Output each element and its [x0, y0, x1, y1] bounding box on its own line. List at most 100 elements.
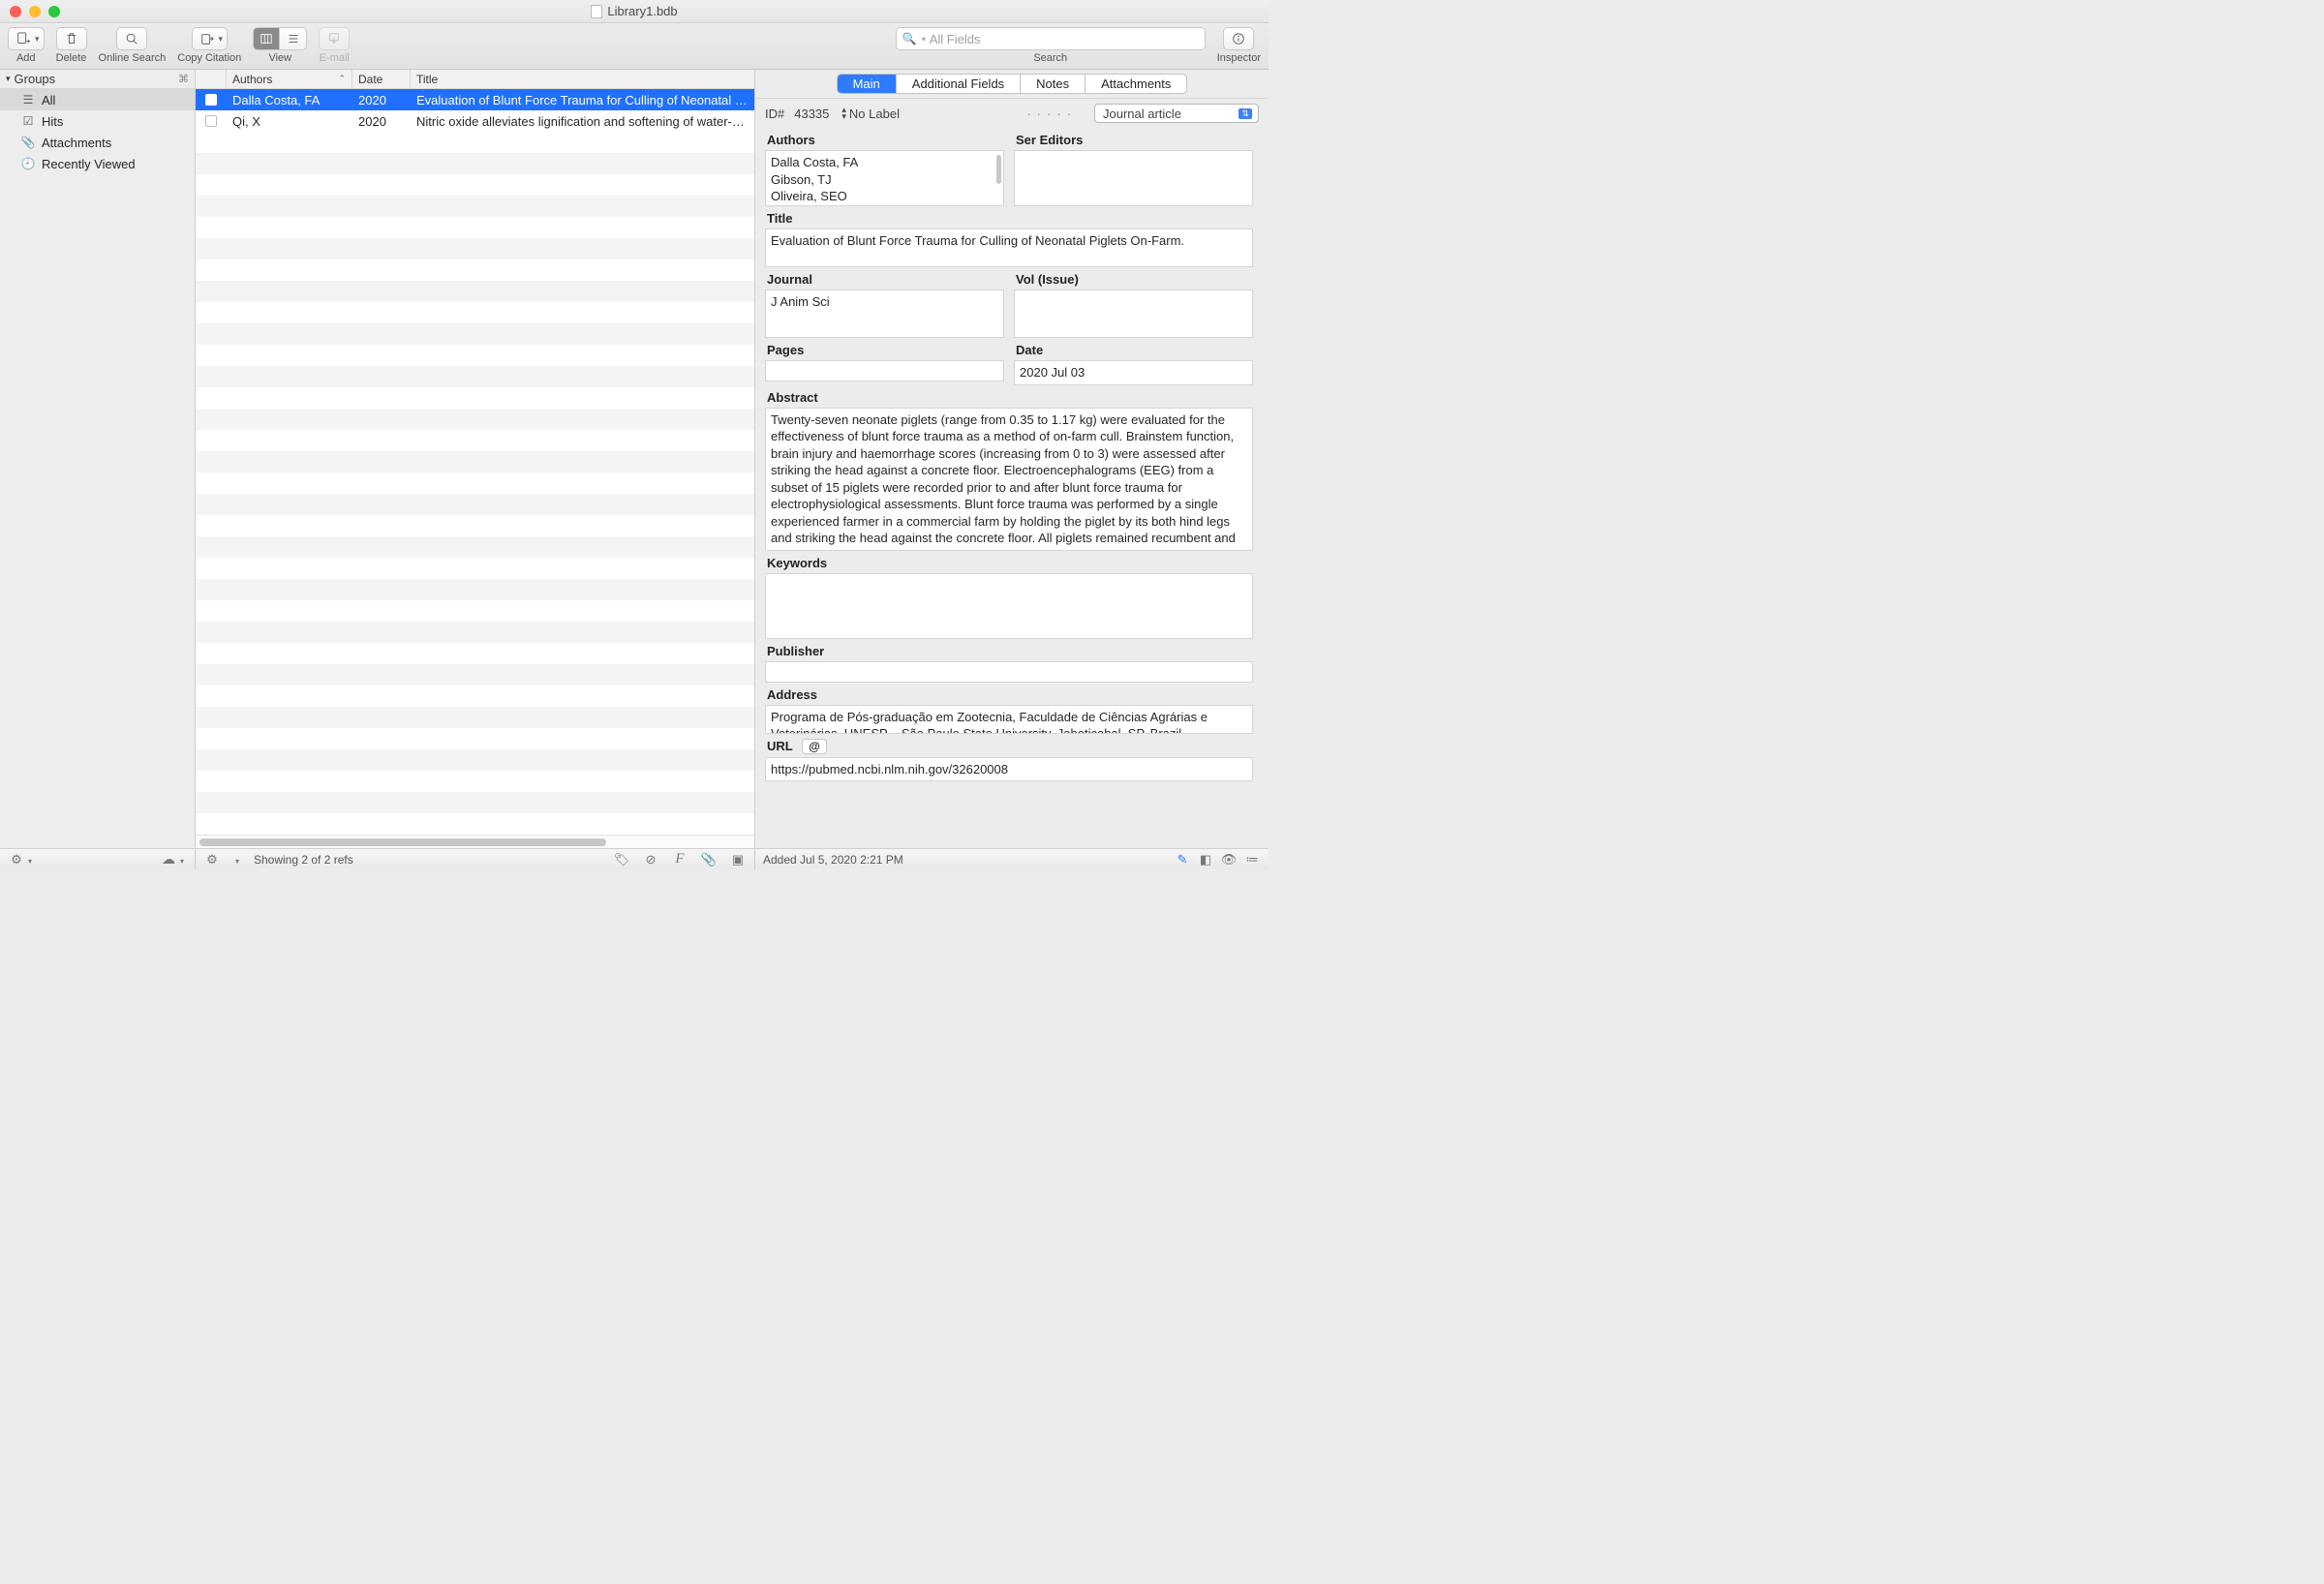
rating-dots[interactable]: ····· [1026, 107, 1077, 121]
cell-date: 2020 [352, 114, 411, 129]
chevron-down-icon [177, 852, 187, 867]
play-icon[interactable]: ▣ [729, 852, 747, 868]
search-field[interactable]: 🔍 ▾ All Fields [896, 27, 1206, 50]
empty-rows [196, 132, 754, 835]
inspector-button[interactable] [1223, 27, 1254, 50]
paperclip-icon[interactable]: 📎 [700, 852, 718, 868]
search-placeholder: All Fields [930, 32, 981, 46]
tab-notes[interactable]: Notes [1021, 75, 1086, 93]
sidebar-item-label: Hits [42, 114, 63, 129]
delete-label: Delete [56, 52, 87, 64]
gear-icon[interactable] [203, 852, 221, 868]
row-checkbox[interactable] [205, 115, 217, 127]
tab-attachments[interactable]: Attachments [1086, 75, 1186, 93]
scrollbar-thumb[interactable] [996, 155, 1001, 184]
gear-icon[interactable] [8, 852, 25, 868]
column-authors-label: Authors [232, 73, 272, 86]
abstract-label: Abstract [765, 385, 1253, 408]
url-field[interactable]: https://pubmed.ncbi.nlm.nih.gov/32620008 [765, 757, 1253, 782]
table-row[interactable]: Dalla Costa, FA 2020 Evaluation of Blunt… [196, 89, 754, 110]
copy-citation-label: Copy Citation [177, 52, 241, 64]
row-checkbox[interactable] [205, 94, 217, 106]
date-label: Date [1014, 338, 1253, 360]
vol-label: Vol (Issue) [1014, 267, 1253, 289]
add-button[interactable]: ▾ [8, 27, 45, 50]
panel-icon[interactable]: ◧ [1197, 852, 1214, 868]
label-selector[interactable]: ▴▾ No Label [839, 107, 900, 121]
format-icon[interactable]: F [671, 851, 688, 868]
pages-label: Pages [765, 338, 1004, 360]
chevron-down-icon [25, 852, 35, 867]
type-value: Journal article [1103, 107, 1181, 121]
pages-field[interactable] [765, 360, 1004, 381]
copy-citation-button[interactable]: ▾ [192, 27, 229, 50]
list-toggle-icon[interactable]: ≔ [1243, 852, 1261, 868]
add-label: Add [16, 52, 36, 64]
tab-main[interactable]: Main [838, 75, 897, 93]
chevron-down-icon: ▾ [35, 34, 40, 45]
sidebar-item-recent[interactable]: 🕘 Recently Viewed [0, 153, 195, 174]
table-row[interactable]: Qi, X 2020 Nitric oxide alleviates ligni… [196, 110, 754, 132]
journal-label: Journal [765, 267, 1004, 289]
online-search-label: Online Search [99, 52, 167, 64]
horizontal-scrollbar[interactable] [196, 835, 754, 848]
command-icon: ⌘ [178, 73, 189, 85]
edit-icon[interactable]: ✎ [1174, 852, 1191, 868]
compass-icon[interactable]: ⊘ [642, 852, 659, 868]
inspector-label: Inspector [1217, 52, 1261, 64]
stepper-icon: ▴▾ [841, 107, 846, 120]
info-icon [1232, 32, 1245, 46]
sidebar-header-label: Groups [15, 72, 56, 86]
column-checkbox[interactable] [196, 70, 227, 88]
sidebar-item-all[interactable]: ☰ All [0, 89, 195, 110]
sidebar-header[interactable]: ▾ Groups ⌘ [0, 70, 195, 89]
url-label: URL @ [765, 734, 1253, 757]
view-detail-button[interactable] [280, 27, 307, 50]
chevron-down-icon [232, 852, 242, 867]
address-field[interactable]: Programa de Pós-graduação em Zootecnia, … [765, 705, 1253, 734]
delete-button[interactable] [56, 27, 87, 50]
sort-asc-icon: ⌃ [338, 74, 346, 84]
check-icon: ☑ [21, 114, 35, 128]
authors-field[interactable]: Dalla Costa, FA Gibson, TJ Oliveira, SEO… [765, 150, 1004, 206]
search-icon: 🔍 [902, 32, 917, 46]
disclosure-triangle-icon: ▾ [6, 74, 11, 84]
trash-icon [65, 32, 78, 46]
sidebar-item-attachments[interactable]: 📎 Attachments [0, 132, 195, 153]
inspector-panel: Main Additional Fields Notes Attachments… [755, 70, 1269, 848]
abstract-field[interactable]: Twenty-seven neonate piglets (range from… [765, 408, 1253, 551]
journal-field[interactable]: J Anim Sci [765, 289, 1004, 338]
view-list-button[interactable] [253, 27, 280, 50]
url-at-button[interactable]: @ [802, 739, 827, 754]
column-title[interactable]: Title [411, 70, 754, 88]
view-toggle[interactable] [253, 27, 307, 50]
cell-title: Nitric oxide alleviates lignification an… [411, 114, 754, 129]
online-search-button[interactable] [116, 27, 147, 50]
chevron-down-icon: ▾ [219, 34, 224, 45]
ser-editors-field[interactable] [1014, 150, 1253, 206]
cell-title: Evaluation of Blunt Force Trauma for Cul… [411, 93, 754, 107]
cloud-icon[interactable]: ☁︎ [160, 851, 177, 868]
column-date[interactable]: Date [352, 70, 411, 88]
type-select[interactable]: Journal article ⇅ [1094, 104, 1259, 123]
sidebar-item-hits[interactable]: ☑ Hits [0, 110, 195, 132]
tab-additional-fields[interactable]: Additional Fields [897, 75, 1021, 93]
vol-field[interactable] [1014, 289, 1253, 338]
search-icon [125, 32, 138, 46]
eye-icon[interactable]: 👁 [1220, 852, 1238, 868]
cell-date: 2020 [352, 93, 411, 107]
tag-icon[interactable]: 🏷 [613, 852, 630, 868]
publisher-field[interactable] [765, 661, 1253, 683]
column-authors[interactable]: Authors ⌃ [227, 70, 352, 88]
cell-authors: Qi, X [227, 114, 352, 129]
authors-label: Authors [765, 128, 1004, 150]
title-field[interactable]: Evaluation of Blunt Force Trauma for Cul… [765, 228, 1253, 267]
download-icon [327, 32, 341, 46]
keywords-field[interactable] [765, 573, 1253, 639]
export-icon [200, 32, 214, 46]
search-label: Search [1033, 52, 1067, 64]
inspector-tabs: Main Additional Fields Notes Attachments [755, 70, 1269, 99]
lines-icon [287, 32, 300, 46]
document-icon [591, 5, 602, 18]
date-field[interactable]: 2020 Jul 03 [1014, 360, 1253, 385]
